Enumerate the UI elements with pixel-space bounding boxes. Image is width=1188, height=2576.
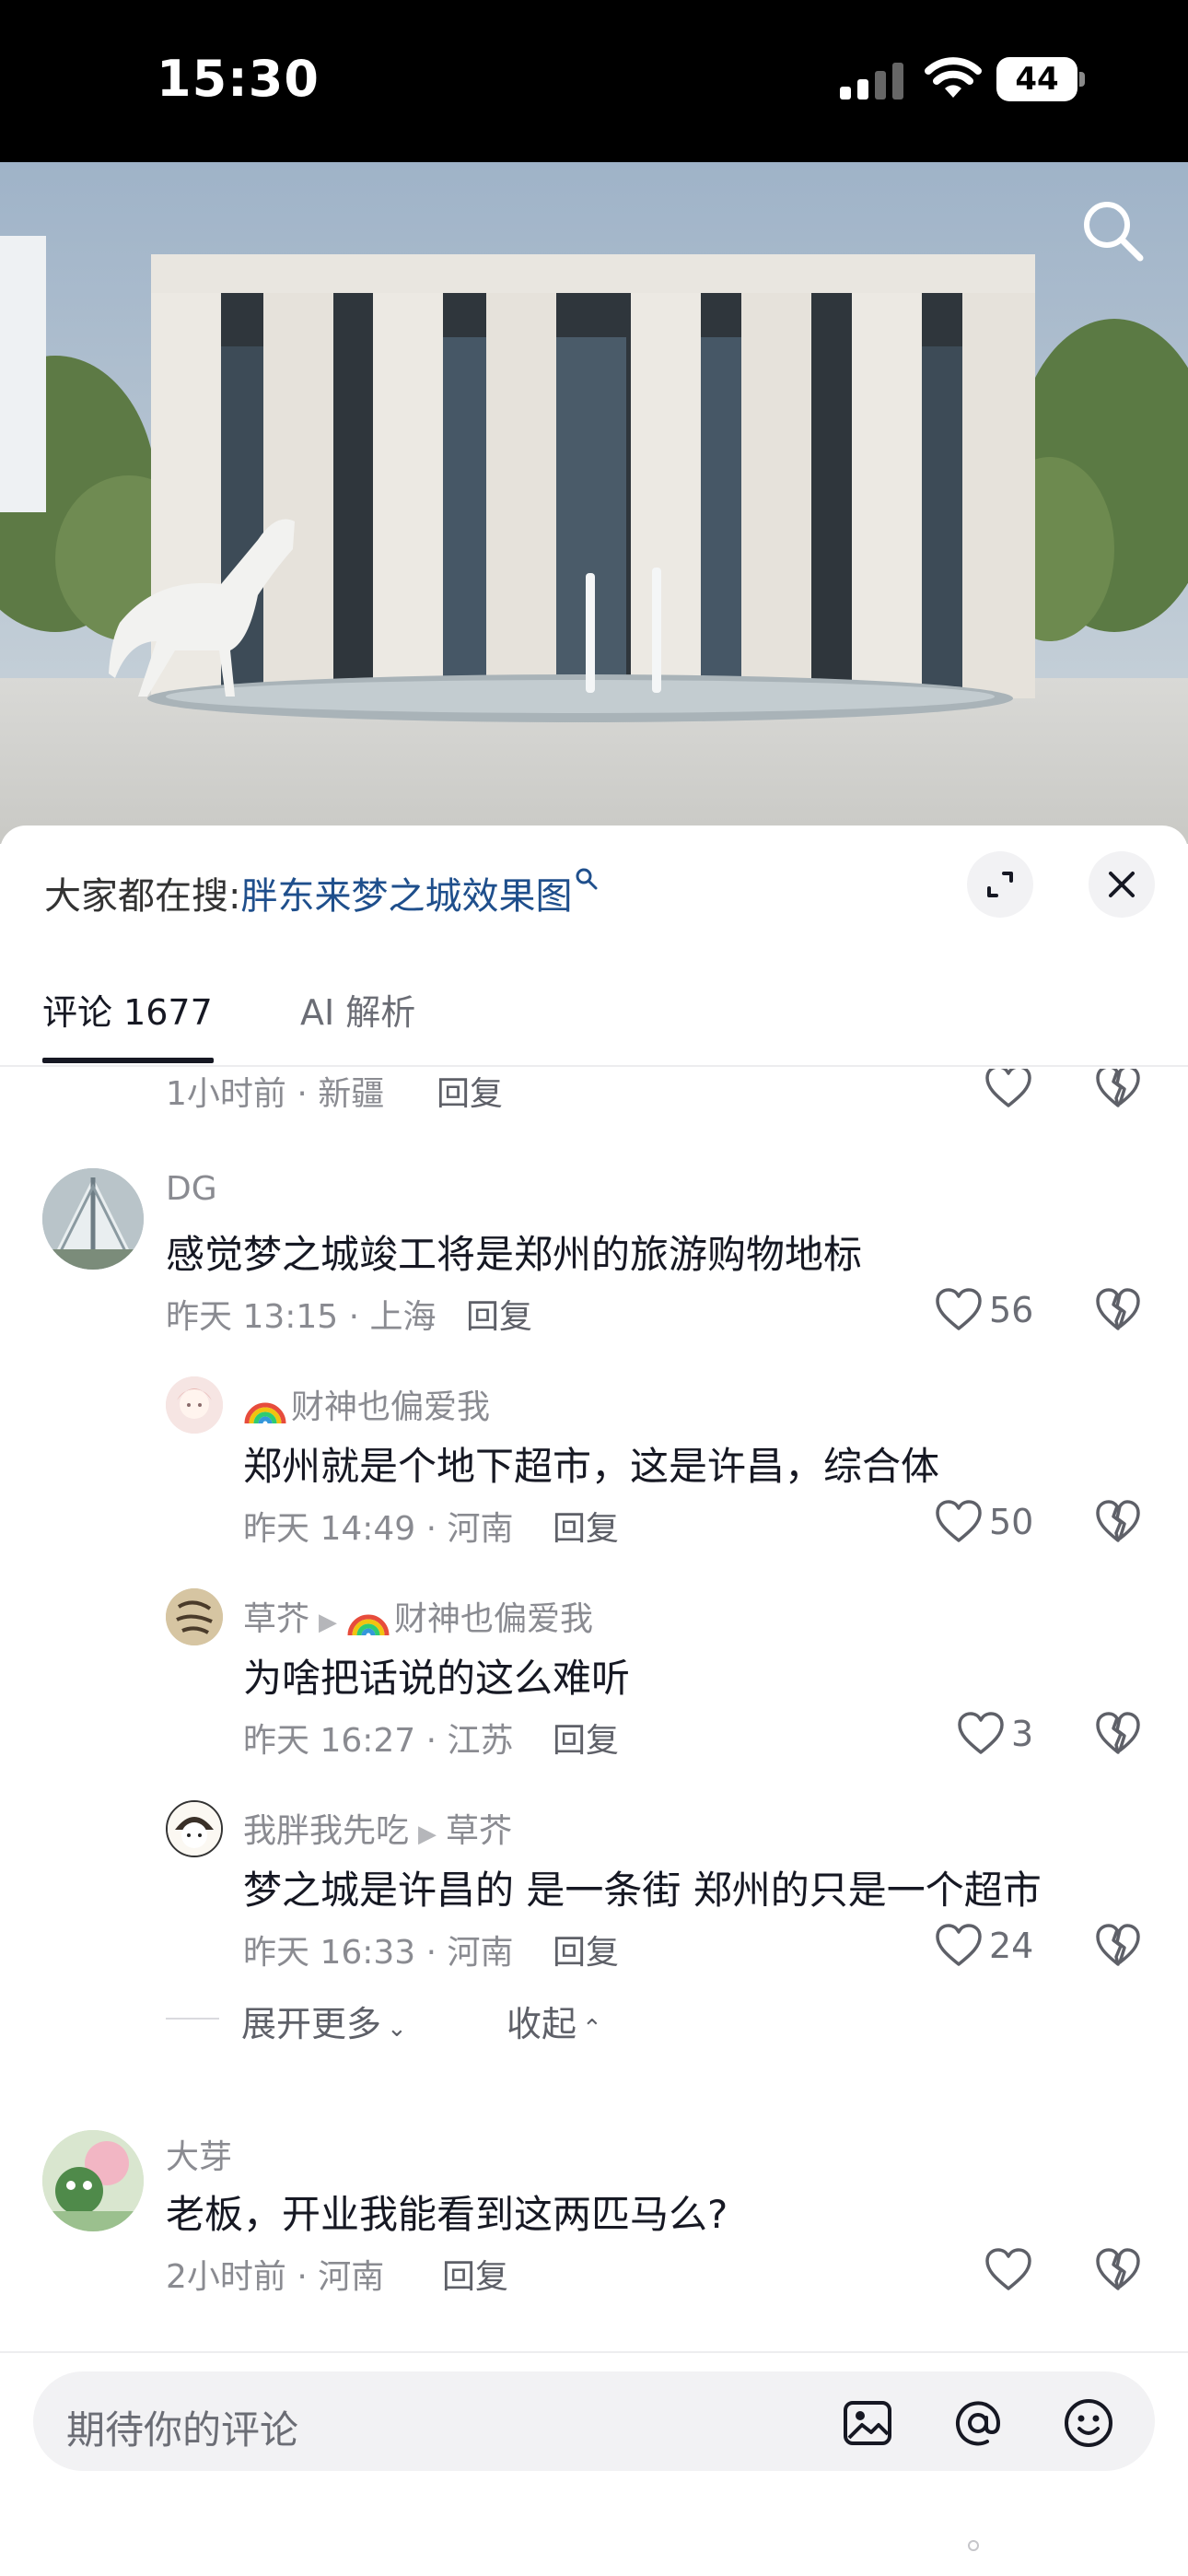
avatar[interactable] bbox=[166, 1800, 223, 1857]
comment-author-name: 财神也偏爱我 bbox=[291, 1388, 491, 1426]
home-indicator-icon bbox=[968, 2540, 979, 2551]
like-count: 24 bbox=[989, 1926, 1034, 1966]
heart-icon[interactable] bbox=[934, 1922, 984, 1968]
active-tab-indicator bbox=[42, 1058, 214, 1063]
avatar[interactable] bbox=[42, 2130, 144, 2231]
like-count: 50 bbox=[989, 1502, 1034, 1542]
like-count: 3 bbox=[1011, 1714, 1034, 1754]
trending-search-label: 大家都在搜: bbox=[44, 875, 241, 918]
hero-image[interactable] bbox=[0, 162, 1188, 844]
comment-author-name: 我胖我先吃 bbox=[243, 1812, 410, 1850]
heart-icon[interactable] bbox=[984, 2246, 1033, 2292]
heart-icon[interactable] bbox=[984, 1069, 1033, 1109]
reply-button[interactable]: 回复 bbox=[437, 1069, 503, 1115]
collapse-label: 收起 bbox=[507, 2004, 577, 2044]
broken-heart-icon[interactable] bbox=[1094, 1710, 1142, 1756]
status-time: 15:30 bbox=[157, 50, 320, 108]
battery-icon: 44 bbox=[996, 57, 1085, 101]
broken-heart-icon[interactable] bbox=[1094, 1286, 1142, 1332]
reply-target-name: 财神也偏爱我 bbox=[394, 1600, 594, 1638]
divider bbox=[166, 2018, 219, 2020]
reply-target-name: 草芥 bbox=[446, 1812, 513, 1850]
broken-heart-icon[interactable] bbox=[1094, 1922, 1142, 1968]
mention-icon[interactable] bbox=[950, 2395, 1006, 2451]
comment-meta: 昨天 16:27 · 江苏 bbox=[243, 1722, 514, 1760]
comment-author[interactable]: 我胖我先吃 ▶ 草芥 bbox=[243, 1804, 512, 1852]
comment-sheet: 大家都在搜:胖东来梦之城效果图 评论 1677 AI 解析 1小时前 · 新疆 … bbox=[0, 825, 1188, 2576]
comment-text: 梦之城是许昌的 是一条街 郑州的只是一个超市 bbox=[243, 1868, 1042, 1913]
rainbow-icon bbox=[347, 1614, 390, 1636]
avatar[interactable] bbox=[166, 1588, 223, 1645]
expand-button[interactable] bbox=[967, 851, 1033, 918]
reply-button[interactable]: 回复 bbox=[442, 2250, 508, 2298]
comment-input-bar: 期待你的评论 bbox=[0, 2351, 1188, 2576]
reply-button[interactable]: 回复 bbox=[553, 1502, 619, 1550]
building-rendering bbox=[0, 162, 1188, 844]
comment-meta: 昨天 13:15 · 上海 bbox=[166, 1298, 437, 1336]
tab-ai-analysis[interactable]: AI 解析 bbox=[300, 984, 415, 1035]
heart-icon[interactable] bbox=[956, 1710, 1006, 1756]
chevron-up-icon: ⌃ bbox=[582, 2015, 602, 2043]
image-icon[interactable] bbox=[840, 2395, 895, 2451]
comment-author[interactable]: 大芽 bbox=[166, 2130, 232, 2178]
rainbow-icon bbox=[244, 1402, 286, 1424]
comment-input-placeholder: 期待你的评论 bbox=[66, 2407, 299, 2453]
comment-text: 为啥把话说的这么难听 bbox=[243, 1656, 631, 1701]
trending-search[interactable]: 大家都在搜:胖东来梦之城效果图 bbox=[44, 866, 600, 919]
status-bar: 15:30 44 bbox=[0, 0, 1188, 162]
wifi-icon bbox=[925, 57, 982, 98]
expand-more-button[interactable]: 展开更多 ⌄ bbox=[241, 1996, 407, 2046]
close-icon bbox=[1109, 872, 1135, 897]
avatar[interactable] bbox=[42, 1168, 144, 1270]
broken-heart-icon[interactable] bbox=[1094, 1069, 1142, 1109]
comment-meta: 1小时前 · 新疆 bbox=[166, 1075, 385, 1113]
like-count: 56 bbox=[989, 1290, 1034, 1330]
comment-list: 1小时前 · 新疆 回复 DG 感觉梦之城竣工将是郑州的旅游购物地标 昨天 13… bbox=[0, 1069, 1188, 2359]
collapse-button[interactable]: 收起 ⌃ bbox=[507, 1996, 602, 2046]
tab-bar: 评论 1677 AI 解析 bbox=[0, 964, 1188, 1067]
reply-button[interactable]: 回复 bbox=[553, 1926, 619, 1973]
comment-meta: 昨天 14:49 · 河南 bbox=[243, 1510, 514, 1548]
comment-text: 老板，开业我能看到这两匹马么? bbox=[166, 2192, 728, 2237]
emoji-icon[interactable] bbox=[1061, 2395, 1116, 2451]
tab-comments[interactable]: 评论 1677 bbox=[42, 984, 213, 1035]
close-button[interactable] bbox=[1089, 851, 1155, 918]
comment-meta: 昨天 16:33 · 河南 bbox=[243, 1934, 514, 1972]
reply-button[interactable]: 回复 bbox=[466, 1290, 532, 1338]
expand-more-label: 展开更多 bbox=[241, 2004, 382, 2044]
heart-icon[interactable] bbox=[934, 1286, 984, 1332]
search-icon[interactable] bbox=[1077, 195, 1147, 265]
expand-icon bbox=[987, 872, 1013, 897]
chevron-down-icon: ⌄ bbox=[387, 2015, 407, 2043]
broken-heart-icon[interactable] bbox=[1094, 1498, 1142, 1544]
comment-text: 感觉梦之城竣工将是郑州的旅游购物地标 bbox=[166, 1232, 863, 1277]
cellular-signal-icon bbox=[840, 63, 903, 100]
avatar[interactable] bbox=[166, 1376, 223, 1434]
broken-heart-icon[interactable] bbox=[1094, 2246, 1142, 2292]
search-icon bbox=[576, 868, 598, 890]
reply-arrow-icon: ▶ bbox=[418, 1821, 437, 1848]
comment-author[interactable]: DG bbox=[166, 1170, 217, 1208]
trending-search-query[interactable]: 胖东来梦之城效果图 bbox=[240, 875, 572, 918]
battery-level: 44 bbox=[1015, 61, 1059, 98]
comment-input[interactable]: 期待你的评论 bbox=[33, 2371, 1155, 2471]
comment-meta: 2小时前 · 河南 bbox=[166, 2258, 385, 2296]
reply-arrow-icon: ▶ bbox=[319, 1609, 338, 1636]
comment-author-name: 草芥 bbox=[243, 1600, 310, 1638]
comment-author[interactable]: 草芥 ▶ 财神也偏爱我 bbox=[243, 1592, 593, 1640]
comment-text: 郑州就是个地下超市，这是许昌，综合体 bbox=[243, 1444, 940, 1489]
comment-author[interactable]: 财神也偏爱我 bbox=[243, 1380, 490, 1428]
reply-button[interactable]: 回复 bbox=[553, 1714, 619, 1762]
heart-icon[interactable] bbox=[934, 1498, 984, 1544]
